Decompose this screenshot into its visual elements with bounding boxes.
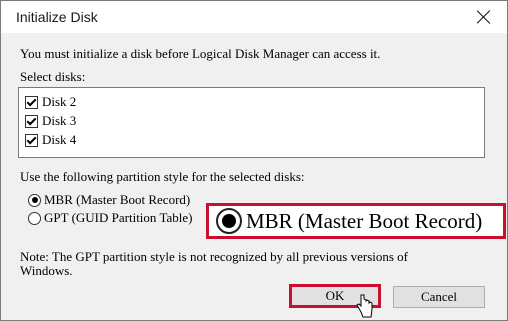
message-text: You must initialize a disk before Logica… [20,46,381,61]
mbr-zoom-callout: MBR (Master Boot Record) [206,203,506,239]
disk-list[interactable]: Disk 2 Disk 3 Disk 4 [18,87,485,158]
radio-selected-icon [216,208,242,234]
gpt-radio[interactable]: GPT (GUID Partition Table) [28,210,192,226]
zoom-callout-label: MBR (Master Boot Record) [246,208,483,233]
cancel-button[interactable]: Cancel [393,286,485,308]
ok-button-label: OK [325,288,345,303]
initialize-disk-dialog: Initialize Disk You must initialize a di… [0,0,508,321]
checkbox-checked-icon[interactable] [25,114,38,128]
note-text-line2: Windows. [20,263,73,278]
select-disks-label: Select disks: [20,69,86,84]
radio-selected-icon[interactable] [28,193,41,207]
dialog-title: Initialize Disk [16,9,98,25]
checkbox-checked-icon[interactable] [25,95,38,109]
checkbox-checked-icon[interactable] [25,133,38,147]
title-bar: Initialize Disk [1,1,507,33]
mbr-radio[interactable]: MBR (Master Boot Record) [28,192,190,208]
disk-item-label: Disk 2 [42,94,77,109]
close-icon[interactable] [471,4,497,30]
disk-item-label: Disk 4 [42,132,77,147]
cancel-button-label: Cancel [420,289,458,304]
disk-item[interactable]: Disk 4 [25,131,76,149]
disk-item[interactable]: Disk 3 [25,112,76,130]
mbr-radio-label: MBR (Master Boot Record) [44,192,191,207]
disk-item[interactable]: Disk 2 [25,93,76,111]
disk-item-label: Disk 3 [42,113,77,128]
note-text-line1: Note: The GPT partition style is not rec… [20,249,409,264]
radio-unselected-icon[interactable] [28,211,41,225]
gpt-radio-label: GPT (GUID Partition Table) [44,210,193,225]
partition-style-label: Use the following partition style for th… [20,169,305,184]
hand-cursor-icon [356,294,373,318]
